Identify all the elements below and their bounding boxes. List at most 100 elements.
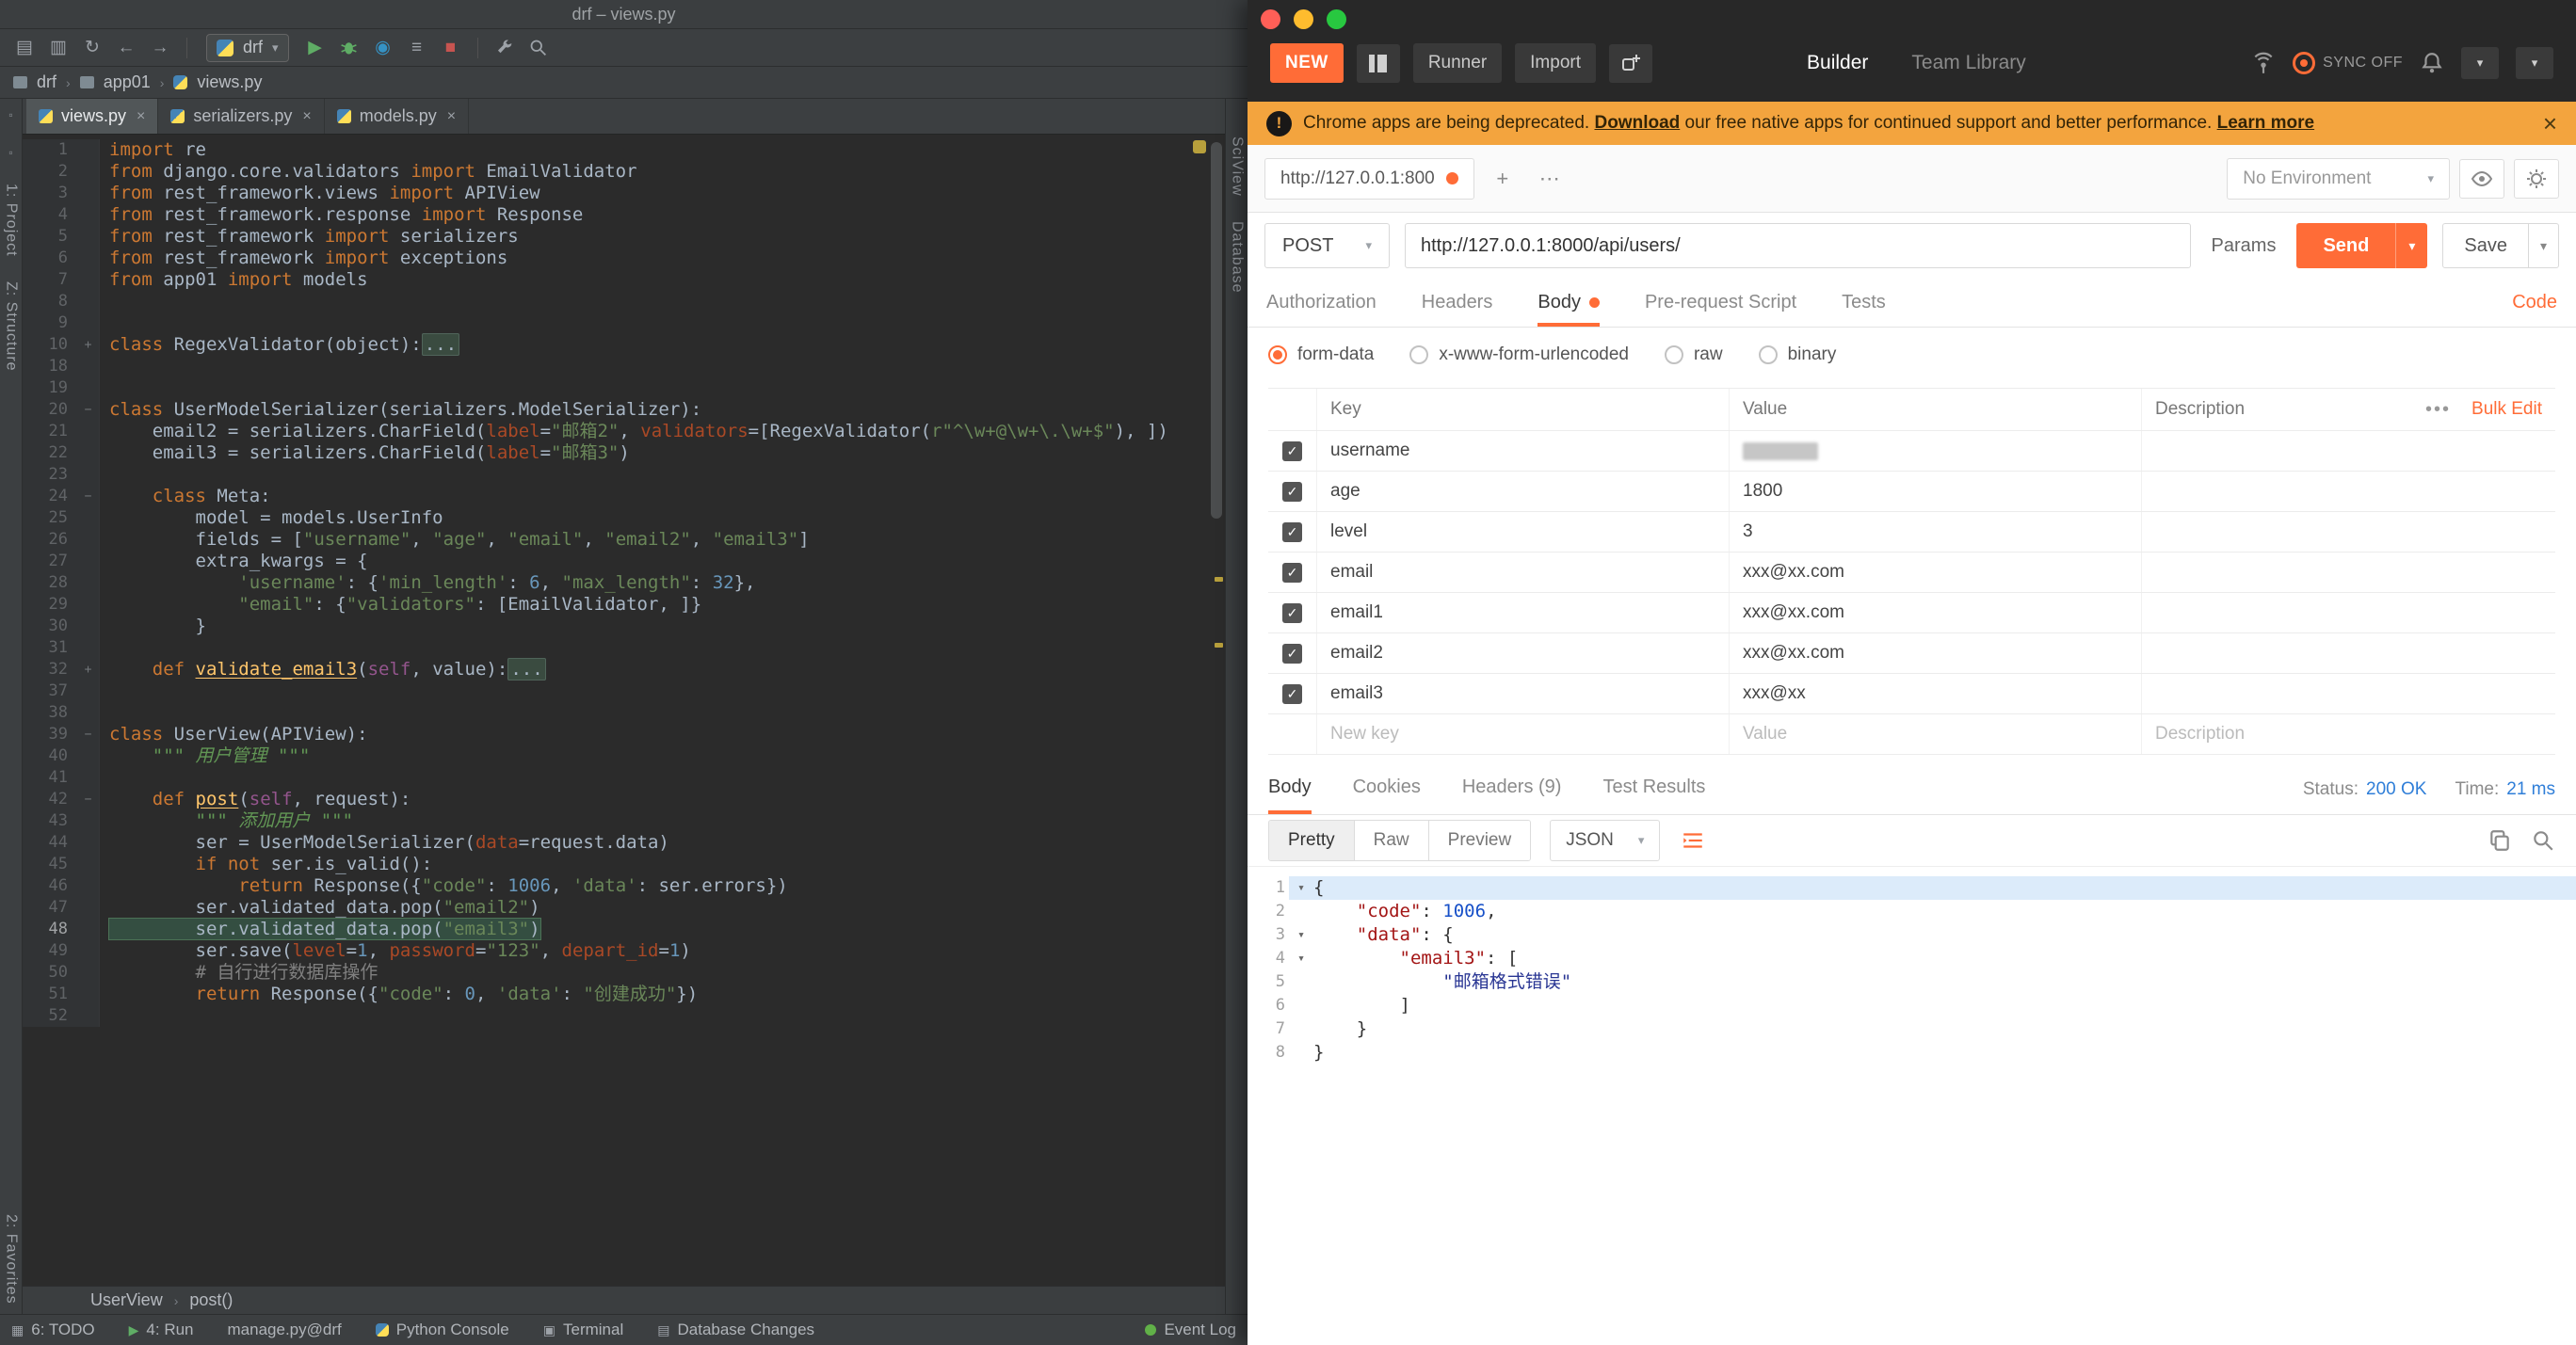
- more-tabs-button[interactable]: ⋯: [1531, 160, 1569, 198]
- tool-window-icon[interactable]: ▫: [8, 108, 12, 121]
- code-line-28[interactable]: 28 'username': {'min_length': 6, "max_le…: [23, 572, 1225, 594]
- code-line-23[interactable]: 23: [23, 464, 1225, 486]
- row-checkbox[interactable]: ✓: [1268, 512, 1317, 552]
- runner-button[interactable]: Runner: [1413, 43, 1502, 83]
- new-button[interactable]: NEW: [1270, 43, 1344, 83]
- tab-test-results[interactable]: Test Results: [1602, 764, 1705, 814]
- close-icon[interactable]: ×: [447, 108, 456, 125]
- row-checkbox[interactable]: ✓: [1268, 472, 1317, 511]
- editor-scrollbar[interactable]: [1211, 142, 1222, 519]
- new-value-input[interactable]: Value: [1730, 714, 2142, 754]
- code-line-41[interactable]: 41: [23, 767, 1225, 789]
- breadcrumb-item[interactable]: views.py: [197, 72, 262, 92]
- code-line-22[interactable]: 22 email3 = serializers.CharField(label=…: [23, 442, 1225, 464]
- open-folder-icon[interactable]: ▤: [9, 34, 40, 62]
- code-line-43[interactable]: 43 """ 添加用户 """: [23, 810, 1225, 832]
- pretty-button[interactable]: Pretty: [1269, 821, 1355, 860]
- sidebar-item-sciview[interactable]: SciView: [1229, 136, 1246, 197]
- tab-response-headers[interactable]: Headers (9): [1462, 764, 1562, 814]
- capture-requests-button[interactable]: [1609, 44, 1652, 83]
- code-link[interactable]: Code: [2512, 292, 2557, 313]
- environment-preview-button[interactable]: [2459, 159, 2504, 199]
- save-button[interactable]: Save ▾: [2442, 223, 2559, 268]
- value-cell[interactable]: xxx@xx: [1730, 674, 2142, 713]
- code-line-45[interactable]: 45 if not ser.is_valid():: [23, 854, 1225, 875]
- minimize-window-button[interactable]: [1294, 9, 1313, 29]
- code-line-27[interactable]: 27 extra_kwargs = {: [23, 551, 1225, 572]
- user-menu-button[interactable]: ▾: [2461, 47, 2499, 79]
- sync-status[interactable]: SYNC OFF: [2293, 52, 2403, 74]
- value-cell[interactable]: [1730, 431, 2142, 471]
- sidebar-item-favorites[interactable]: 2: Favorites: [3, 1214, 20, 1305]
- debug-bug-icon[interactable]: [334, 34, 364, 62]
- format-select[interactable]: JSON ▾: [1550, 820, 1660, 861]
- fold-marker[interactable]: −: [77, 724, 100, 745]
- breadcrumb-item[interactable]: app01: [104, 72, 151, 92]
- preview-button[interactable]: Preview: [1429, 821, 1531, 860]
- statusbar-database-changes[interactable]: ▤ Database Changes: [657, 1321, 814, 1339]
- value-cell[interactable]: xxx@xx.com: [1730, 552, 2142, 592]
- code-line-26[interactable]: 26 fields = ["username", "age", "email",…: [23, 529, 1225, 551]
- layout-toggle-button[interactable]: [1357, 44, 1400, 83]
- code-line-29[interactable]: 29 "email": {"validators": [EmailValidat…: [23, 594, 1225, 616]
- stop-icon[interactable]: ■: [436, 34, 466, 62]
- key-cell[interactable]: level: [1317, 512, 1730, 552]
- profiler-icon[interactable]: ≡: [402, 34, 432, 62]
- tab-body[interactable]: Body: [1538, 279, 1600, 327]
- run-config-select[interactable]: drf ▾: [206, 34, 289, 62]
- description-cell[interactable]: [2142, 552, 2555, 592]
- tab-headers[interactable]: Headers: [1422, 279, 1493, 327]
- request-tab[interactable]: http://127.0.0.1:800: [1264, 158, 1474, 200]
- row-checkbox[interactable]: ✓: [1268, 593, 1317, 632]
- tab-serializers-py[interactable]: serializers.py ×: [158, 99, 324, 134]
- learn-more-link[interactable]: Learn more: [2217, 113, 2314, 133]
- back-icon[interactable]: ←: [111, 34, 141, 62]
- settings-menu-button[interactable]: ▾: [2516, 47, 2553, 79]
- code-line-3[interactable]: 3from rest_framework.views import APIVie…: [23, 183, 1225, 204]
- code-line-2[interactable]: 2from django.core.validators import Emai…: [23, 161, 1225, 183]
- new-key-input[interactable]: New key: [1317, 714, 1730, 754]
- code-line-24[interactable]: 24− class Meta:: [23, 486, 1225, 507]
- code-line-6[interactable]: 6from rest_framework import exceptions: [23, 248, 1225, 269]
- nav-team-library[interactable]: Team Library: [1911, 52, 2025, 74]
- fold-marker[interactable]: −: [77, 789, 100, 810]
- tab-response-body[interactable]: Body: [1268, 764, 1312, 814]
- code-line-10[interactable]: 10+class RegexValidator(object):...: [23, 334, 1225, 356]
- search-icon[interactable]: [2531, 828, 2555, 853]
- fold-marker[interactable]: −: [77, 486, 100, 507]
- bulk-edit-link[interactable]: Bulk Edit: [2471, 399, 2542, 420]
- method-select[interactable]: POST ▾: [1264, 223, 1390, 268]
- copy-icon[interactable]: [2487, 828, 2512, 853]
- coverage-icon[interactable]: ◉: [368, 34, 398, 62]
- environment-settings-button[interactable]: [2514, 159, 2559, 199]
- new-description-input[interactable]: Description: [2142, 714, 2555, 754]
- code-line-31[interactable]: 31: [23, 637, 1225, 659]
- save-options-caret[interactable]: ▾: [2528, 224, 2558, 267]
- sync-icon[interactable]: ↻: [77, 34, 107, 62]
- beautify-icon[interactable]: [1681, 828, 1705, 853]
- close-icon[interactable]: ×: [137, 108, 145, 125]
- tab-authorization[interactable]: Authorization: [1266, 279, 1377, 327]
- statusbar-terminal[interactable]: ▣ Terminal: [543, 1321, 623, 1339]
- code-line-4[interactable]: 4from rest_framework.response import Res…: [23, 204, 1225, 226]
- run-icon[interactable]: ▶: [300, 34, 330, 62]
- pycharm-titlebar[interactable]: drf – views.py: [0, 0, 1248, 29]
- key-cell[interactable]: email: [1317, 552, 1730, 592]
- url-input[interactable]: http://127.0.0.1:8000/api/users/: [1405, 223, 2191, 268]
- statusbar-manage-py[interactable]: manage.py@drf: [228, 1321, 342, 1339]
- code-line-37[interactable]: 37: [23, 681, 1225, 702]
- wrench-icon[interactable]: [490, 34, 520, 62]
- code-line-47[interactable]: 47 ser.validated_data.pop("email2"): [23, 897, 1225, 919]
- sidebar-item-database[interactable]: Database: [1229, 221, 1246, 294]
- warning-stripe-mark[interactable]: [1215, 577, 1223, 582]
- key-cell[interactable]: email3: [1317, 674, 1730, 713]
- close-icon[interactable]: ×: [2543, 109, 2557, 138]
- code-editor[interactable]: 1import re2from django.core.validators i…: [23, 135, 1225, 1286]
- code-line-30[interactable]: 30 }: [23, 616, 1225, 637]
- code-line-48[interactable]: 48 ser.validated_data.pop("email3"): [23, 919, 1225, 940]
- key-cell[interactable]: username: [1317, 431, 1730, 471]
- tab-pre-request-script[interactable]: Pre-request Script: [1645, 279, 1796, 327]
- response-fold-icon[interactable]: ▾: [1289, 923, 1313, 947]
- description-cell[interactable]: [2142, 633, 2555, 673]
- fold-marker[interactable]: +: [77, 334, 100, 356]
